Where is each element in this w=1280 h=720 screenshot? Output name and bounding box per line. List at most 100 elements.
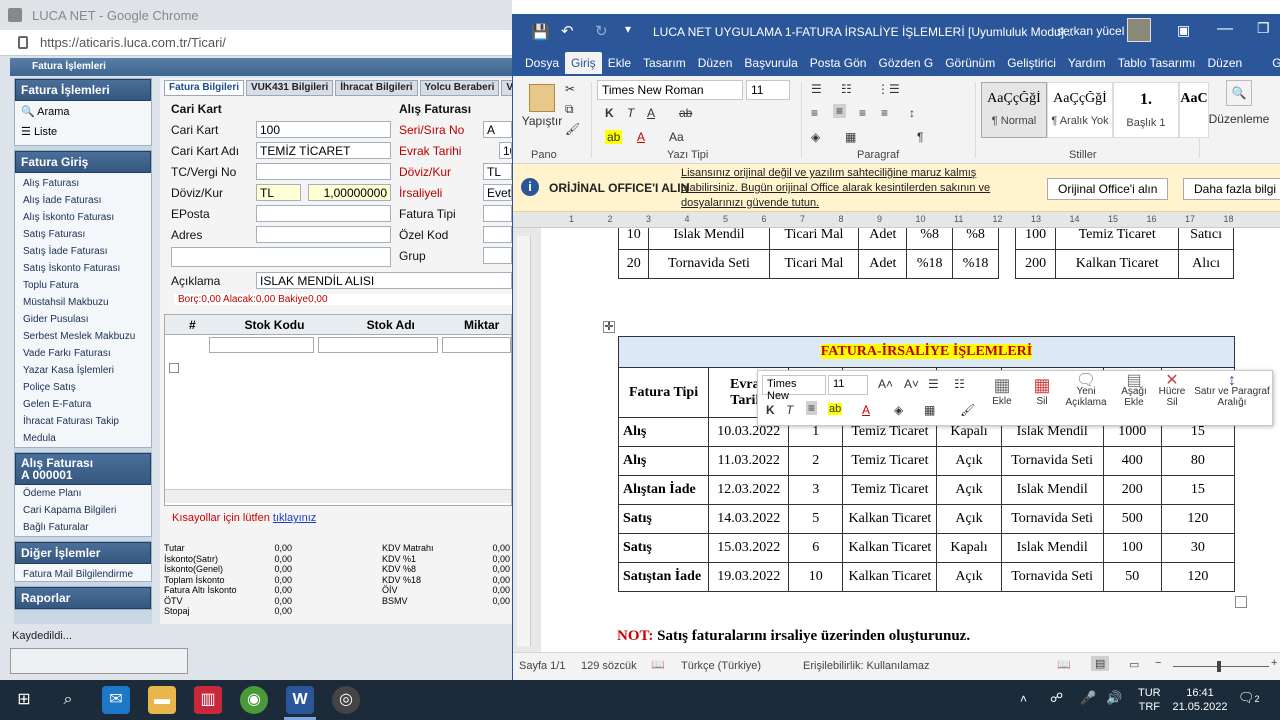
minimize-icon[interactable]: — xyxy=(1217,20,1233,38)
table-cell[interactable]: Satıştan İade xyxy=(617,562,710,592)
ribbon-tab[interactable]: Dosya xyxy=(519,52,565,74)
sidebar-item[interactable]: Yazar Kasa İşlemleri xyxy=(15,362,151,379)
ribbon-tab[interactable]: Düzen xyxy=(1202,52,1249,74)
sidebar-item[interactable]: Müstahsil Makbuzu xyxy=(15,294,151,311)
strikethrough-icon[interactable]: ab xyxy=(679,106,692,120)
message-text[interactable]: Lisansınız orijinal değil ve yazılım sah… xyxy=(681,166,1011,211)
font-size-select[interactable]: 11 xyxy=(746,80,790,100)
table-cell[interactable]: Açık xyxy=(936,446,1002,476)
table-cell[interactable]: Kalkan Ticaret xyxy=(842,504,938,534)
style-option[interactable]: AaÇçĞğİ ¶ Normal xyxy=(981,82,1047,138)
table-cell[interactable]: 2 xyxy=(788,446,844,476)
table-cell[interactable]: 400 xyxy=(1102,446,1162,476)
sidebar-item[interactable]: Ödeme Planı xyxy=(15,485,151,502)
table-cell[interactable]: Tornavida Seti xyxy=(648,249,770,279)
ribbon-tab[interactable]: Görünüm xyxy=(939,52,1001,74)
grup-field[interactable] xyxy=(483,247,512,264)
table-cell[interactable]: 10 xyxy=(617,228,650,250)
adres-field-2[interactable] xyxy=(171,247,391,267)
style-option[interactable]: AaC xyxy=(1179,82,1209,138)
table-cell[interactable]: Kalkan Ticaret xyxy=(842,533,938,563)
line-spacing-button[interactable]: ↕ Satır ve Paragraf Aralığı xyxy=(1194,373,1270,409)
windows-start-icon[interactable]: ⊞ xyxy=(10,686,38,714)
save-icon[interactable]: 💾 xyxy=(531,23,550,41)
table-cell[interactable]: 14.03.2022 xyxy=(708,504,790,534)
align-center-icon[interactable]: ≡ xyxy=(833,104,847,118)
cari-kart-field[interactable]: 100 xyxy=(256,121,391,138)
proofing-icon[interactable]: 📖 xyxy=(651,658,665,671)
table-cell[interactable]: Satış xyxy=(617,504,710,534)
ribbon-tab[interactable]: Geliştirici xyxy=(1001,52,1062,74)
table-cell[interactable]: 10 xyxy=(788,562,844,592)
chrome-icon[interactable]: ◉ xyxy=(240,686,268,714)
table-cell[interactable]: 80 xyxy=(1160,446,1236,476)
font-color-icon[interactable]: A xyxy=(637,130,645,144)
form-tab[interactable]: Fatura Bilgileri xyxy=(164,80,245,96)
tell-me-tab[interactable]: Göster xyxy=(1266,52,1280,74)
table-cell[interactable]: 15.03.2022 xyxy=(708,533,790,563)
ribbon-tab[interactable]: Tasarım xyxy=(637,52,692,74)
raporlar-header[interactable]: Raporlar xyxy=(15,587,151,609)
web-layout-icon[interactable]: ▭ xyxy=(1129,658,1139,671)
cut-icon[interactable]: ✂ xyxy=(565,82,575,96)
mini-styles-icon[interactable]: 🖌 xyxy=(960,403,975,417)
miktar-filter[interactable] xyxy=(441,337,511,353)
mini-bold-icon[interactable]: K xyxy=(766,403,775,417)
table-cell[interactable]: 20 xyxy=(617,249,650,279)
new-comment-button[interactable]: 🗨 Yeni Açıklama xyxy=(1062,373,1110,409)
print-layout-icon[interactable]: ▤ xyxy=(1091,656,1110,671)
more-info-button[interactable]: Daha fazla bilgi xyxy=(1183,178,1280,200)
obs-icon[interactable]: ◎ xyxy=(332,686,360,714)
vertical-ruler[interactable] xyxy=(517,236,531,646)
notifications-icon[interactable]: 🗨2 xyxy=(1238,690,1260,706)
ruler[interactable]: 1 2 3 4 5 6 7 8 9 10 11 12 13 14 15 16 17 18 xyxy=(513,212,1280,228)
bold-icon[interactable]: K xyxy=(605,106,614,120)
table-cell[interactable]: Alış xyxy=(617,417,710,447)
word-icon[interactable]: W xyxy=(286,686,314,714)
table-cell[interactable]: Kapalı xyxy=(936,533,1002,563)
delete-button[interactable]: ▦ Sil xyxy=(1024,375,1060,407)
sidebar-item[interactable]: Alış İskonto Faturası xyxy=(15,209,151,226)
table-cell[interactable]: 30 xyxy=(1160,533,1236,563)
mail-icon[interactable]: ✉ xyxy=(102,686,130,714)
pilcrow-icon[interactable]: ¶ xyxy=(917,130,923,144)
bullets-icon[interactable]: ☰ xyxy=(811,82,822,96)
borders-icon[interactable]: ▦ xyxy=(845,130,856,144)
table-header-cell[interactable]: Fatura Tipi xyxy=(617,367,710,418)
sidebar-item[interactable]: Poliçe Satış xyxy=(15,379,151,396)
grid-header[interactable]: Stok Kodu xyxy=(220,315,329,334)
sidebar-item[interactable]: Gelen E-Fatura xyxy=(15,396,151,413)
tray-up-icon[interactable]: ˄ xyxy=(1020,692,1027,706)
ribbon-tab[interactable]: Tablo Tasarımı xyxy=(1112,52,1202,74)
table-cell[interactable]: 200 xyxy=(1014,249,1057,279)
table-cell[interactable]: 6 xyxy=(788,533,844,563)
grid-header[interactable]: Miktar xyxy=(452,315,511,334)
adres-field[interactable] xyxy=(256,226,391,243)
table-cell[interactable]: Tornavida Seti xyxy=(1000,446,1104,476)
table-cell[interactable]: 100 xyxy=(1014,228,1057,250)
grow-font-icon[interactable]: A˄ xyxy=(878,377,893,391)
network-icon[interactable]: ☍ xyxy=(1050,690,1063,706)
table-cell[interactable]: %18 xyxy=(906,249,954,279)
ribbon-tab[interactable]: Düzen xyxy=(692,52,739,74)
zoom-in-icon[interactable]: + xyxy=(1271,657,1277,669)
grid-header[interactable]: Stok Adı xyxy=(329,315,452,334)
table-cell[interactable]: Islak Mendil xyxy=(648,228,770,250)
table-cell[interactable]: Alıcı xyxy=(1178,249,1234,279)
get-office-button[interactable]: Orijinal Office'i alın xyxy=(1047,178,1169,200)
table-cell[interactable]: Satış xyxy=(617,533,710,563)
table-cell[interactable]: Açık xyxy=(936,562,1002,592)
table-cell[interactable]: 11.03.2022 xyxy=(708,446,790,476)
aciklama-field[interactable]: ISLAK MENDİL ALISI xyxy=(256,272,512,289)
delete-cell-button[interactable]: ✕ Hücre Sil xyxy=(1154,373,1190,409)
table-cell[interactable]: %8 xyxy=(906,228,954,250)
table-cell[interactable]: 100 xyxy=(1102,533,1162,563)
ribbon-tab[interactable]: Giriş xyxy=(565,52,602,74)
paste-button[interactable]: Yapıştır xyxy=(519,84,565,128)
table-cell[interactable]: Kalkan Ticaret xyxy=(842,562,938,592)
maximize-icon[interactable]: ❐ xyxy=(1257,20,1270,37)
table-move-handle-icon[interactable]: ✛ xyxy=(603,321,615,333)
sidebar-item[interactable]: İhracat Faturası Takip xyxy=(15,413,151,430)
ribbon-tab[interactable]: Başvurula xyxy=(738,52,803,74)
shrink-font-icon[interactable]: A˅ xyxy=(904,377,919,391)
